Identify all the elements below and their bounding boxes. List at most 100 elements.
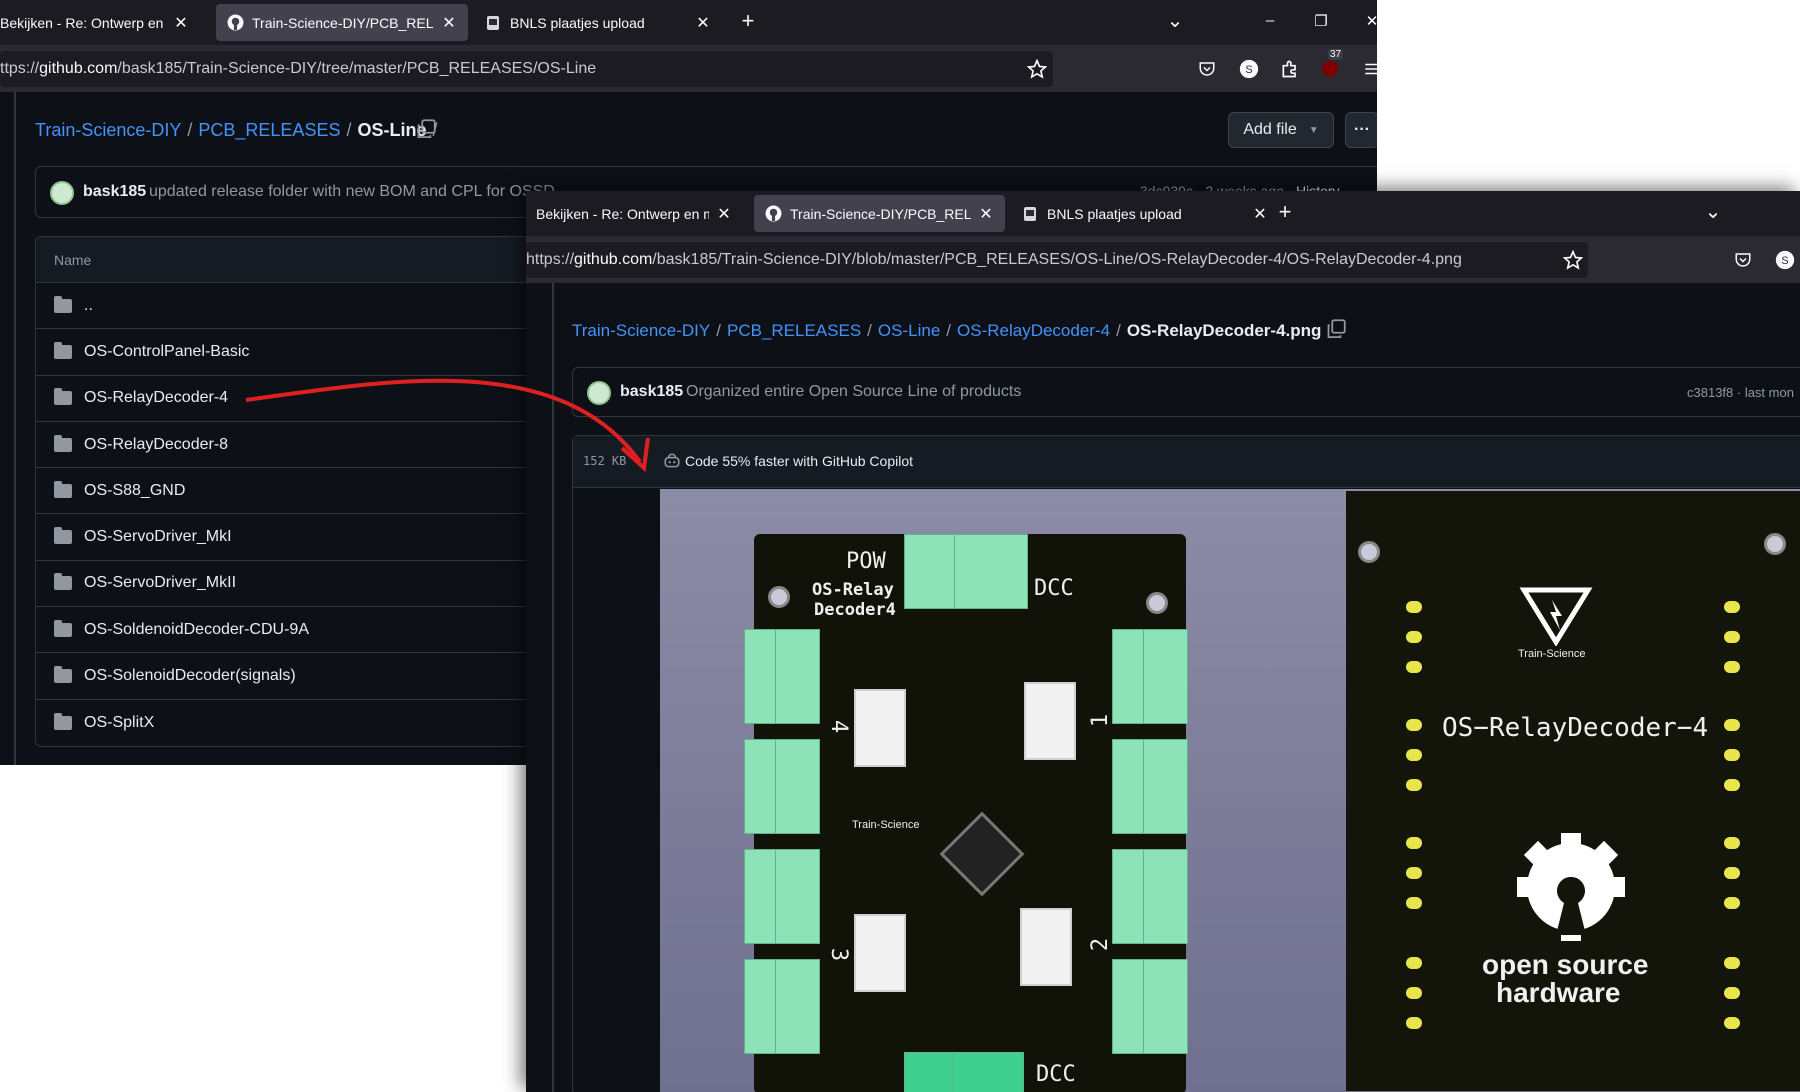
table-header: Name xyxy=(36,237,554,283)
pcb-pad xyxy=(1406,837,1422,849)
table-row[interactable]: OS-SolenoidDecoder(signals) xyxy=(36,653,554,700)
row-label[interactable]: OS-ServoDriver_MkI xyxy=(84,528,232,546)
new-tab-button[interactable]: + xyxy=(1275,199,1295,225)
row-label[interactable]: OS-ServoDriver_MkII xyxy=(84,574,236,592)
row-label[interactable]: OS-S88_GND xyxy=(84,482,185,500)
pcb-terminal xyxy=(904,534,1028,609)
avatar xyxy=(587,381,611,405)
table-row[interactable]: OS-RelayDecoder-8 xyxy=(36,422,554,469)
url-field[interactable]: ttps://github.com/bask185/Train-Science-… xyxy=(0,51,1053,87)
row-label[interactable]: OS-RelayDecoder-4 xyxy=(84,389,228,407)
star-icon[interactable] xyxy=(1025,57,1049,81)
sidebar-divider xyxy=(14,92,16,765)
row-label[interactable]: OS-SplitX xyxy=(84,714,154,732)
file-table: Name .. OS-ControlPanel-Basic OS-RelayDe… xyxy=(35,236,555,747)
add-file-button[interactable]: Add file ▼ xyxy=(1228,112,1334,148)
breadcrumb-subfolder-link[interactable]: OS-Line xyxy=(878,321,940,340)
row-label[interactable]: OS-SoldenoidDecoder-CDU-9A xyxy=(84,621,309,639)
menu-icon[interactable] xyxy=(1360,57,1377,81)
tab-list-chevron-icon[interactable]: ⌄ xyxy=(1165,8,1185,33)
breadcrumb: Train-Science-DIY / PCB_RELEASES / OS-Line / xyxy=(35,120,438,140)
table-row[interactable]: OS-ServoDriver_MkI xyxy=(36,514,554,561)
navigation-toolbar: ttps://github.com/bask185/Train-Science-… xyxy=(0,45,1377,92)
restore-button[interactable]: ❐ xyxy=(1311,12,1331,30)
folder-icon xyxy=(54,341,72,359)
account-icon[interactable]: S xyxy=(1773,248,1797,272)
row-label[interactable]: .. xyxy=(84,297,93,315)
tab-bnls[interactable]: BNLS plaatjes upload ✕ xyxy=(1011,195,1279,232)
copy-path-icon[interactable] xyxy=(416,119,436,144)
pcb-terminal xyxy=(1112,849,1188,944)
folder-icon xyxy=(54,480,72,498)
table-row[interactable]: .. xyxy=(36,283,554,330)
table-row[interactable]: OS-ServoDriver_MkII xyxy=(36,561,554,608)
page-icon xyxy=(484,14,502,32)
close-icon[interactable]: ✕ xyxy=(1251,204,1269,224)
file-header: 152 KB Code 55% faster with GitHub Copil… xyxy=(573,436,1800,488)
pcb-pad xyxy=(1406,631,1422,643)
table-row[interactable]: OS-ControlPanel-Basic xyxy=(36,329,554,376)
commit-author[interactable]: bask185 xyxy=(620,383,683,401)
close-icon[interactable]: ✕ xyxy=(172,13,190,33)
tab-label: BNLS plaatjes upload xyxy=(1047,205,1182,222)
pcb-pad xyxy=(1406,897,1422,909)
account-icon[interactable]: S xyxy=(1237,57,1261,81)
pocket-icon[interactable] xyxy=(1195,57,1219,81)
close-icon[interactable]: ✕ xyxy=(715,204,733,224)
breadcrumb-folder-link[interactable]: PCB_RELEASES xyxy=(727,321,861,340)
url-field[interactable]: https://github.com/bask185/Train-Science… xyxy=(526,242,1588,278)
pcb-hole xyxy=(1764,533,1786,555)
table-row[interactable]: OS-S88_GND xyxy=(36,468,554,515)
url-prefix: ttps:// xyxy=(0,60,40,77)
folder-icon xyxy=(54,388,72,406)
pcb-relay xyxy=(1024,682,1076,760)
pcb-pad xyxy=(1724,867,1740,879)
pcb-channel-label: 1 xyxy=(1088,713,1114,728)
copy-path-icon[interactable] xyxy=(1326,319,1346,344)
tab-forum[interactable]: Bekijken - Re: Ontwerp en maal ✕ xyxy=(526,195,743,232)
pcb-terminal xyxy=(904,1052,1024,1092)
tab-list-chevron-icon[interactable]: ⌄ xyxy=(1703,199,1723,224)
table-row[interactable]: OS-SoldenoidDecoder-CDU-9A xyxy=(36,607,554,654)
pcb-pad xyxy=(1724,749,1740,761)
pcb-hole xyxy=(1358,541,1380,563)
new-tab-button[interactable]: + xyxy=(738,8,758,34)
url-path: /bask185/Train-Science-DIY/blob/master/P… xyxy=(652,251,1462,268)
row-label[interactable]: OS-ControlPanel-Basic xyxy=(84,343,249,361)
pcb-brand-label: Train-Science xyxy=(1518,648,1586,660)
close-icon[interactable]: ✕ xyxy=(440,13,458,33)
ublock-icon[interactable]: 37 xyxy=(1318,49,1344,81)
star-icon[interactable] xyxy=(1561,248,1585,272)
table-row[interactable]: OS-SplitX xyxy=(36,700,554,746)
row-label[interactable]: OS-RelayDecoder-8 xyxy=(84,436,228,454)
pcb-pad xyxy=(1406,957,1422,969)
url-path: /bask185/Train-Science-DIY/tree/master/P… xyxy=(117,60,597,77)
breadcrumb-folder-link[interactable]: PCB_RELEASES xyxy=(198,120,340,140)
close-window-button[interactable]: ✕ xyxy=(1362,12,1377,30)
tab-bnls[interactable]: BNLS plaatjes upload ✕ xyxy=(474,4,722,41)
pcb-pad xyxy=(1724,837,1740,849)
commit-author[interactable]: bask185 xyxy=(83,183,146,201)
close-icon[interactable]: ✕ xyxy=(694,13,712,33)
breadcrumb-repo-link[interactable]: Train-Science-DIY xyxy=(35,120,181,140)
more-options-button[interactable]: ··· xyxy=(1345,112,1377,148)
pocket-icon[interactable] xyxy=(1731,248,1755,272)
pcb-pad xyxy=(1406,601,1422,613)
pcb-channel-label: 2 xyxy=(1088,937,1114,952)
tab-github[interactable]: Train-Science-DIY/PCB_RELEAS ✕ xyxy=(754,195,1005,232)
close-icon[interactable]: ✕ xyxy=(977,204,995,224)
extensions-icon[interactable] xyxy=(1278,57,1302,81)
commit-message[interactable]: updated release folder with new BOM and … xyxy=(149,183,555,201)
pcb-pad xyxy=(1724,779,1740,791)
commit-message[interactable]: Organized entire Open Source Line of pro… xyxy=(686,383,1021,401)
breadcrumb-repo-link[interactable]: Train-Science-DIY xyxy=(572,321,710,340)
minimize-button[interactable]: – xyxy=(1260,12,1280,29)
tab-github[interactable]: Train-Science-DIY/PCB_RELEAS ✕ xyxy=(216,4,468,41)
tab-forum[interactable]: Bekijken - Re: Ontwerp en maal ✕ xyxy=(0,4,200,41)
copilot-promo-link[interactable]: Code 55% faster with GitHub Copilot xyxy=(685,453,913,469)
row-label[interactable]: OS-SolenoidDecoder(signals) xyxy=(84,667,296,685)
pcb-chip xyxy=(939,811,1025,897)
table-row[interactable]: OS-RelayDecoder-4 xyxy=(36,376,554,422)
breadcrumb-subfolder2-link[interactable]: OS-RelayDecoder-4 xyxy=(957,321,1110,340)
commit-meta[interactable]: c3813f8 · last mon xyxy=(1687,385,1794,400)
